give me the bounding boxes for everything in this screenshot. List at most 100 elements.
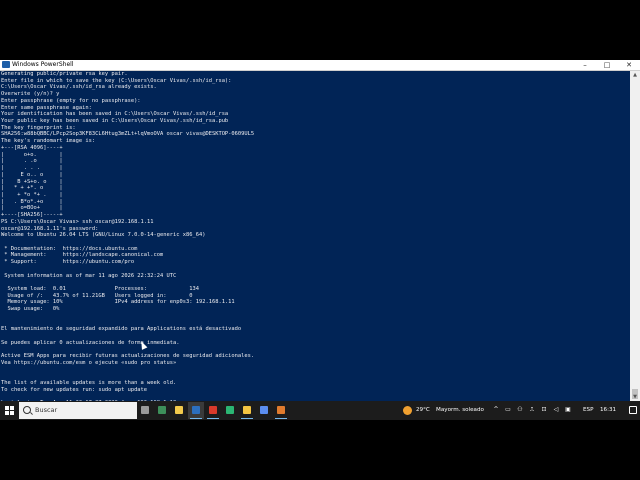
terminal-line: PS C:\Users\Oscar Vivas> ssh oscar@192.1…	[1, 218, 154, 225]
vertical-scrollbar[interactable]: ▲ ▼	[630, 71, 640, 401]
powershell-icon	[192, 406, 200, 414]
weather-sun-icon[interactable]	[403, 406, 412, 415]
scroll-up-icon[interactable]: ▲	[630, 71, 640, 79]
terminal-icon	[158, 406, 166, 414]
people-icon[interactable]: ⚇	[516, 406, 524, 414]
input-language[interactable]: ESP	[583, 401, 593, 420]
chrome-icon	[209, 406, 217, 414]
terminal-line: C:\Users\Oscar Vivas/.ssh/id_rsa already…	[1, 84, 157, 91]
terminal-line: * Documentation: https://docs.ubuntu.com	[1, 245, 138, 252]
volume-icon[interactable]: ◁	[552, 406, 560, 414]
terminal-line: | . . . |	[1, 165, 63, 172]
terminal-line: System load: 0.01 Processes: 134	[1, 286, 199, 292]
clock-time[interactable]: 16:31	[600, 401, 616, 420]
ethernet-icon[interactable]: ⊡	[540, 406, 548, 414]
security-icon[interactable]: ▣	[564, 406, 572, 414]
terminal-line: +----[SHA256]-----+	[1, 212, 63, 219]
terminal-line: | B +S+o. o |	[1, 178, 63, 185]
terminal-line: Overwrite (y/n)? y	[1, 91, 60, 98]
running-indicator	[241, 418, 253, 419]
usb-icon[interactable]: ⎍	[528, 406, 536, 414]
running-indicator	[190, 418, 202, 419]
terminal-line: System information as of mar 11 ago 2026…	[1, 272, 177, 279]
notes-icon	[175, 406, 183, 414]
chevron-up-icon[interactable]: ^	[492, 406, 500, 414]
task-view-icon	[141, 406, 149, 414]
terminal-line: Usage of /: 43.7% of 11.21GB Users logge…	[1, 292, 193, 299]
terminal-line: | o+o. |	[1, 151, 63, 158]
taskbar: Buscar 29°C Mayorm. soleado ^ ▭ ⚇ ⎍ ⊡ ◁ …	[0, 401, 640, 420]
terminal-line: To check for new updates run: sudo apt u…	[1, 386, 148, 393]
terminal-line: | E o.. o |	[1, 171, 63, 178]
taskbar-app-button[interactable]	[137, 402, 153, 419]
window-title: Windows PowerShell	[12, 61, 74, 68]
terminal-line: The key's randomart image is:	[1, 138, 96, 145]
taskbar-app-button[interactable]	[256, 402, 272, 419]
terminal-line: Enter file in which to save the key (C:\…	[1, 77, 232, 84]
network-icon[interactable]: ▭	[504, 406, 512, 414]
terminal-line: Enter passphrase (empty for no passphras…	[1, 97, 141, 104]
running-indicator	[275, 418, 287, 419]
start-button[interactable]	[0, 401, 19, 420]
taskbar-app-button[interactable]	[239, 402, 255, 419]
windows-logo-icon	[5, 406, 14, 415]
close-button[interactable]: ✕	[618, 60, 640, 70]
terminal-line: Swap usage: 0%	[1, 306, 60, 313]
terminal-line: El mantenimiento de seguridad expandido …	[1, 326, 242, 333]
terminal-line: oscar@192.168.1.11's password:	[1, 225, 99, 232]
window-titlebar[interactable]: Windows PowerShell – □ ✕	[0, 60, 640, 71]
search-placeholder: Buscar	[35, 406, 58, 414]
desktop-screen: Windows PowerShell – □ ✕ Generating publ…	[0, 60, 640, 420]
terminal-line: | . B*o*.+o |	[1, 198, 63, 205]
terminal-line: SHA256:w88bQBBC/LPcp2Sop3KF83CL6Htug3mZL…	[1, 131, 255, 138]
file-explorer-icon	[243, 406, 251, 414]
terminal-line: | . .o |	[1, 158, 63, 165]
powershell-icon	[2, 61, 10, 68]
taskbar-search-box[interactable]: Buscar	[19, 402, 137, 419]
terminal-line: | o=BOo+ |	[1, 205, 63, 212]
taskbar-app-button[interactable]	[205, 402, 221, 419]
taskbar-app-button[interactable]	[222, 402, 238, 419]
terminal-line: The key fingerprint is:	[1, 124, 76, 131]
scroll-down-icon[interactable]: ▼	[630, 393, 640, 401]
terminal-line: Your public key has been saved in C:\Use…	[1, 118, 229, 125]
edge-icon	[226, 406, 234, 414]
terminal-line: Generating public/private rsa key pair.	[1, 71, 128, 77]
maximize-button[interactable]: □	[596, 60, 618, 70]
terminal-line: The list of available updates is more th…	[1, 380, 177, 387]
terminal-line: | + *o *+ . |	[1, 191, 63, 198]
terminal-line: | * + +*. o |	[1, 185, 63, 192]
media-icon	[277, 406, 285, 414]
terminal-line: * Support: https://ubuntu.com/pro	[1, 259, 135, 266]
weather-description[interactable]: Mayorm. soleado	[436, 401, 484, 420]
running-indicator	[207, 418, 219, 419]
terminal-line: Active ESM Apps para recibir futuras act…	[1, 353, 255, 360]
terminal-output[interactable]: Generating public/private rsa key pair. E…	[0, 71, 629, 401]
taskbar-app-button[interactable]	[188, 402, 204, 419]
terminal-line: * Management: https://landscape.canonica…	[1, 252, 164, 259]
terminal-line: Memory usage: 10% IPv4 address for enp0s…	[1, 299, 235, 306]
store-icon	[260, 406, 268, 414]
terminal-line: Enter same passphrase again:	[1, 104, 92, 111]
taskbar-app-button[interactable]	[273, 402, 289, 419]
search-icon	[23, 406, 31, 414]
terminal-line: +---[RSA 4096]----+	[1, 144, 63, 151]
taskbar-app-button[interactable]	[154, 402, 170, 419]
minimize-button[interactable]: –	[574, 60, 596, 70]
taskbar-app-button[interactable]	[171, 402, 187, 419]
terminal-line: Your identification has been saved in C:…	[1, 111, 229, 118]
terminal-line: Welcome to Ubuntu 26.04 LTS (GNU/Linux 7…	[1, 232, 206, 239]
terminal-line: Vea https://ubuntu.com/esm o ejecute «su…	[1, 359, 177, 366]
weather-temperature[interactable]: 29°C	[416, 401, 430, 420]
notifications-icon[interactable]	[629, 406, 637, 414]
terminal-line: Se puedes aplicar 0 actualizaciones de f…	[1, 339, 180, 346]
